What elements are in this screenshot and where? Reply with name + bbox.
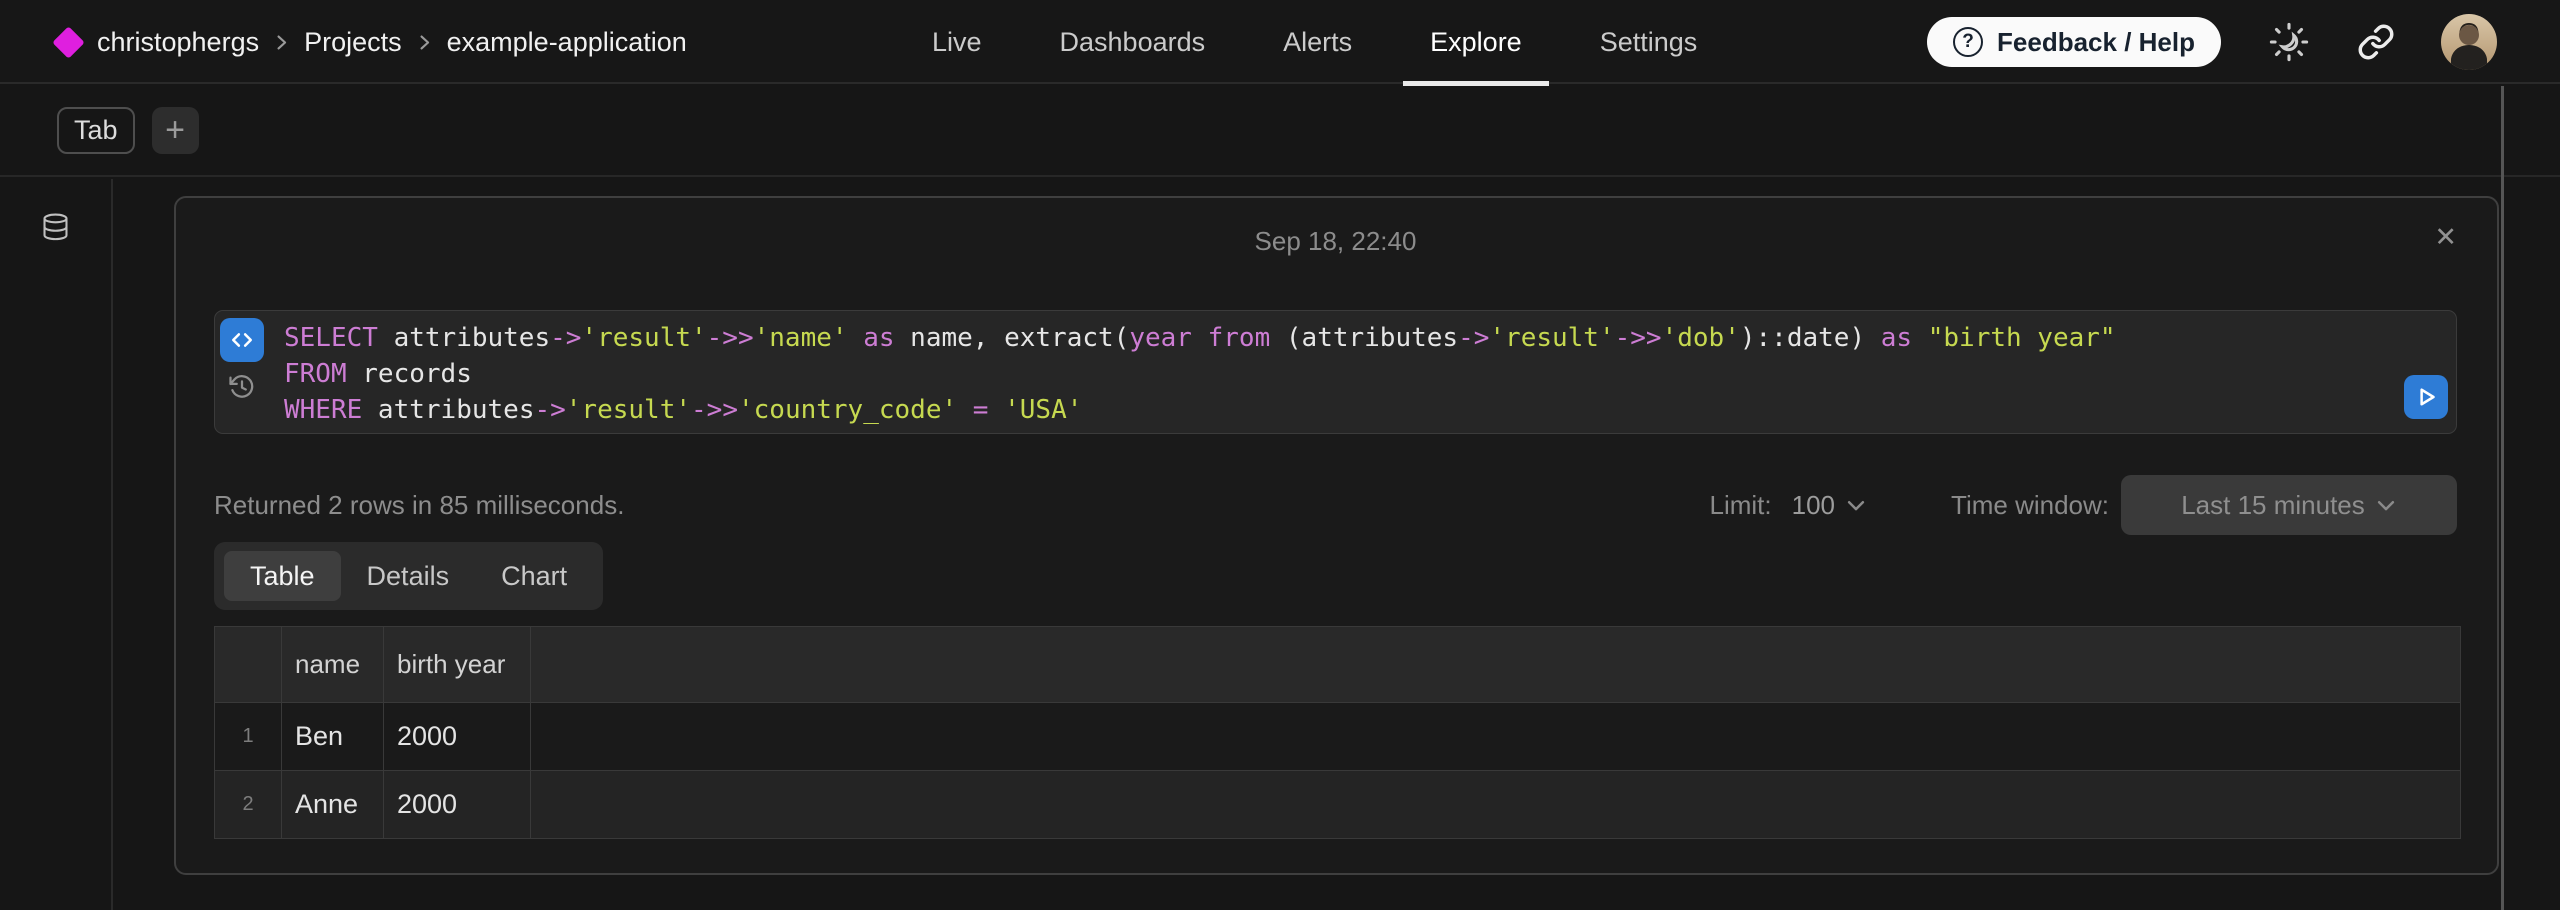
table-row[interactable]: 2Anne2000 <box>215 771 2461 839</box>
query-history-button[interactable] <box>227 372 257 402</box>
sql-code[interactable]: SELECT attributes->'result'->>'name' as … <box>284 311 2456 433</box>
table-cell: Anne <box>282 771 384 839</box>
table-cell: 2000 <box>384 703 531 771</box>
breadcrumb-projects[interactable]: Projects <box>304 27 402 58</box>
results-table-body: 1Ben20002Anne2000 <box>215 703 2461 839</box>
nav-item-explore[interactable]: Explore <box>1403 0 1549 84</box>
query-card-header: Sep 18, 22:40 ✕ <box>214 226 2457 256</box>
nav-item-alerts[interactable]: Alerts <box>1256 0 1379 84</box>
app-root: christophergs Projects example-applicati… <box>0 0 2560 910</box>
time-window-label: Time window: <box>1951 490 2109 521</box>
tab-chip[interactable]: Tab <box>57 107 135 154</box>
tab-table[interactable]: Table <box>224 551 341 601</box>
code-icon <box>227 325 257 355</box>
nav-item-dashboards[interactable]: Dashboards <box>1033 0 1233 84</box>
table-cell: Ben <box>282 703 384 771</box>
run-query-button[interactable] <box>2404 375 2448 419</box>
chevron-down-icon <box>2375 494 2397 516</box>
column-header: birth year <box>384 627 531 703</box>
query-status-text: Returned 2 rows in 85 milliseconds. <box>214 490 624 521</box>
main-nav: Live Dashboards Alerts Explore Settings <box>905 0 1724 84</box>
avatar-photo <box>2441 14 2497 70</box>
query-timestamp: Sep 18, 22:40 <box>1255 226 1417 257</box>
database-icon <box>40 211 71 244</box>
link-icon <box>2357 23 2395 61</box>
result-view-tabs: Table Details Chart <box>214 542 603 610</box>
play-icon <box>2411 382 2441 412</box>
content-area: Sep 18, 22:40 ✕ <box>0 179 2560 910</box>
breadcrumb-org[interactable]: christophergs <box>97 27 259 58</box>
time-window-value: Last 15 minutes <box>2181 490 2365 521</box>
nav-item-live[interactable]: Live <box>905 0 1009 84</box>
main-panel: Sep 18, 22:40 ✕ <box>113 179 2560 910</box>
add-tab-button[interactable]: + <box>152 107 199 154</box>
app-logo-icon[interactable] <box>52 26 85 59</box>
chevron-down-icon <box>1845 494 1867 516</box>
question-circle-icon: ? <box>1953 27 1983 57</box>
top-nav: christophergs Projects example-applicati… <box>0 0 2560 84</box>
query-controls: Limit: 100 Time window: Last 15 minutes <box>1710 475 2457 535</box>
sun-moon-icon <box>2267 20 2311 64</box>
breadcrumb-application[interactable]: example-application <box>447 27 687 58</box>
results-table-head-row: namebirth year <box>215 627 2461 703</box>
column-header: name <box>282 627 384 703</box>
table-cell <box>531 771 2461 839</box>
nav-right-cluster: ? Feedback / Help <box>1927 0 2497 84</box>
chevron-right-icon <box>415 33 434 52</box>
history-icon <box>227 372 257 402</box>
close-icon[interactable]: ✕ <box>2434 224 2457 251</box>
time-window-dropdown[interactable]: Last 15 minutes <box>2121 475 2457 535</box>
code-mode-button[interactable] <box>220 318 264 362</box>
status-row: Returned 2 rows in 85 milliseconds. Limi… <box>214 474 2457 536</box>
table-cell: 2000 <box>384 771 531 839</box>
table-row[interactable]: 1Ben2000 <box>215 703 2461 771</box>
limit-label: Limit: <box>1710 490 1772 521</box>
tab-bar: Tab + <box>0 86 2560 177</box>
datasets-sidebar-button[interactable] <box>40 209 71 245</box>
results-table: namebirth year 1Ben20002Anne2000 <box>214 626 2461 839</box>
tab-details[interactable]: Details <box>341 551 476 601</box>
table-cell <box>531 703 2461 771</box>
user-avatar[interactable] <box>2441 14 2497 70</box>
query-card: Sep 18, 22:40 ✕ <box>174 196 2499 875</box>
chevron-right-icon <box>272 33 291 52</box>
theme-toggle-button[interactable] <box>2267 20 2311 64</box>
breadcrumb: christophergs Projects example-applicati… <box>57 0 687 84</box>
editor-gutter <box>215 311 284 433</box>
limit-value: 100 <box>1792 490 1835 521</box>
nav-item-settings[interactable]: Settings <box>1573 0 1725 84</box>
scrollbar[interactable] <box>2501 86 2504 910</box>
left-sidebar <box>0 179 113 910</box>
limit-dropdown[interactable]: 100 <box>1792 490 1867 521</box>
column-header <box>531 627 2461 703</box>
sql-editor: SELECT attributes->'result'->>'name' as … <box>214 310 2457 434</box>
share-link-button[interactable] <box>2357 23 2395 61</box>
row-number: 1 <box>215 703 282 771</box>
row-number: 2 <box>215 771 282 839</box>
feedback-help-button[interactable]: ? Feedback / Help <box>1927 17 2221 67</box>
tab-chart[interactable]: Chart <box>475 551 593 601</box>
column-header <box>215 627 282 703</box>
feedback-help-label: Feedback / Help <box>1997 27 2195 58</box>
